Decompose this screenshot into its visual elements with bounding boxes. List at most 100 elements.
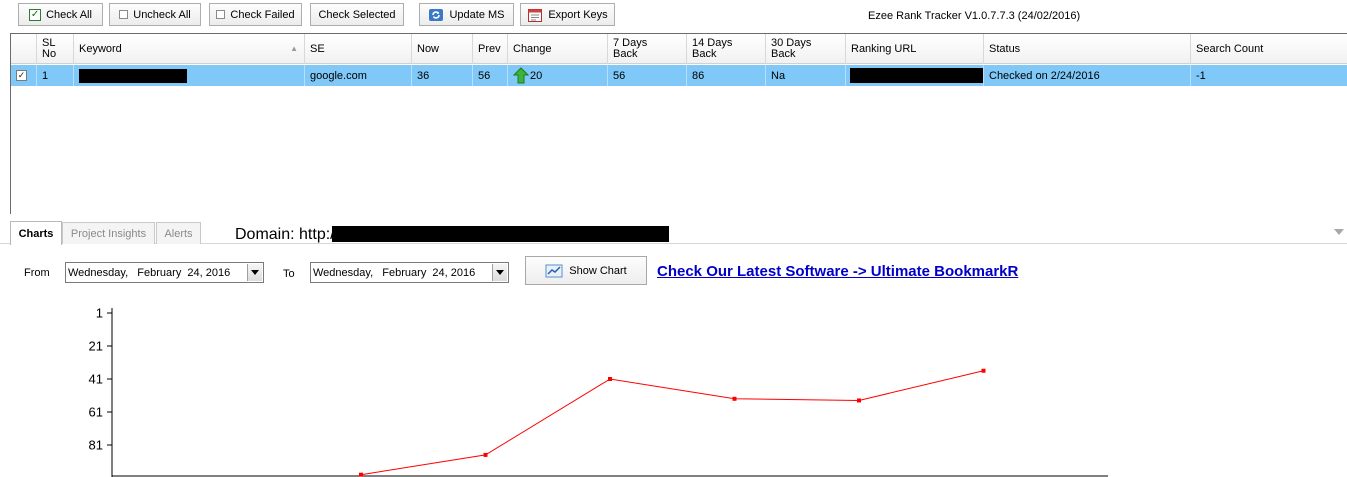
- y-tick-label: 21: [89, 339, 103, 354]
- grid-header: SL No Keyword ▲ SE Now Prev Change 7 Day…: [11, 34, 1347, 64]
- refresh-icon: [429, 8, 444, 21]
- header-ranking-url-label: Ranking URL: [851, 42, 917, 55]
- toolbar: ✓ Check All Uncheck All Check Failed Che…: [0, 0, 1347, 32]
- row-checkbox[interactable]: ✓: [16, 70, 27, 81]
- ranking-url-redacted: [850, 68, 983, 83]
- header-prev[interactable]: Prev: [473, 34, 508, 64]
- app-title: Ezee Rank Tracker V1.0.7.7.3 (24/02/2016…: [868, 10, 1081, 22]
- tab-project-insights[interactable]: Project Insights: [62, 222, 155, 244]
- check-all-button[interactable]: ✓ Check All: [18, 3, 103, 26]
- change-value: 20: [530, 69, 543, 82]
- sort-ascending-icon: ▲: [290, 44, 298, 53]
- check-failed-label: Check Failed: [230, 8, 295, 21]
- header-search-count-label: Search Count: [1196, 42, 1264, 55]
- header-search-count[interactable]: Search Count: [1191, 34, 1347, 64]
- from-date-picker[interactable]: Wednesday, February 24, 2016: [65, 262, 264, 283]
- series-line: [360, 370, 984, 476]
- check-selected-label: Check Selected: [318, 8, 396, 21]
- row-select-cell[interactable]: ✓: [11, 65, 37, 86]
- show-chart-label: Show Chart: [569, 264, 627, 277]
- cell-prev: 56: [473, 65, 508, 86]
- checkbox-empty-icon: [216, 10, 226, 19]
- header-select[interactable]: [11, 34, 37, 64]
- dropdown-arrow-icon[interactable]: [1334, 229, 1344, 235]
- data-point: [981, 368, 986, 373]
- cell-sl: 1: [37, 65, 74, 86]
- header-7-days-back[interactable]: 7 Days Back: [608, 34, 687, 64]
- chevron-down-icon[interactable]: [492, 264, 507, 281]
- header-30-days-back[interactable]: 30 Days Back: [766, 34, 846, 64]
- from-date-value: Wednesday, February 24, 2016: [68, 266, 231, 279]
- arrow-up-icon: [513, 67, 529, 84]
- header-no-label: No: [42, 48, 57, 60]
- tab-alerts-label: Alerts: [164, 227, 193, 240]
- cell-30-days: Na: [766, 65, 846, 86]
- cell-change: 20: [508, 65, 608, 86]
- header-back-label: Back: [692, 48, 717, 60]
- cell-14-days: 86: [687, 65, 766, 86]
- to-date-picker[interactable]: Wednesday, February 24, 2016: [310, 262, 509, 283]
- keyword-redacted: [79, 68, 187, 83]
- rank-chart: 1 21 41 61 81: [0, 296, 1347, 477]
- domain-label: Domain: http:/: [235, 226, 335, 243]
- tab-charts-label: Charts: [18, 227, 54, 240]
- from-label: From: [24, 267, 50, 279]
- header-ranking-url[interactable]: Ranking URL: [846, 34, 984, 64]
- cell-se: google.com: [305, 65, 412, 86]
- header-status[interactable]: Status: [984, 34, 1191, 64]
- header-now-label: Now: [417, 42, 440, 55]
- show-chart-button[interactable]: Show Chart: [525, 256, 647, 285]
- header-keyword-label: Keyword: [79, 42, 122, 55]
- update-ms-label: Update MS: [449, 8, 505, 21]
- check-all-label: Check All: [46, 8, 92, 21]
- header-se[interactable]: SE: [305, 34, 412, 64]
- cell-ranking-url: [846, 65, 984, 86]
- keyword-grid: SL No Keyword ▲ SE Now Prev Change 7 Day…: [10, 33, 1347, 214]
- header-sl-no[interactable]: SL No: [37, 34, 74, 64]
- header-14-days-back[interactable]: 14 Days Back: [687, 34, 766, 64]
- checkbox-checked-icon: ✓: [29, 8, 42, 21]
- uncheck-all-button[interactable]: Uncheck All: [109, 3, 201, 26]
- update-ms-button[interactable]: Update MS: [419, 3, 514, 26]
- export-keys-label: Export Keys: [548, 8, 608, 21]
- chevron-down-icon[interactable]: [247, 264, 262, 281]
- header-change-label: Change: [513, 42, 552, 55]
- y-tick-label: 81: [89, 438, 103, 453]
- y-tick-label: 1: [96, 306, 103, 321]
- export-calendar-icon: [528, 8, 543, 22]
- cell-7-days: 56: [608, 65, 687, 86]
- header-keyword[interactable]: Keyword ▲: [74, 34, 305, 64]
- cell-keyword: [74, 65, 305, 86]
- export-keys-button[interactable]: Export Keys: [520, 3, 615, 26]
- chart-icon: [545, 264, 563, 277]
- header-back-label: Back: [771, 48, 796, 60]
- header-now[interactable]: Now: [412, 34, 473, 64]
- y-tick-label: 61: [89, 405, 103, 420]
- header-change[interactable]: Change: [508, 34, 608, 64]
- cell-now: 36: [412, 65, 473, 86]
- header-se-label: SE: [310, 42, 325, 55]
- data-point: [732, 396, 737, 401]
- header-back-label: Back: [613, 48, 638, 60]
- tab-insights-label: Project Insights: [70, 227, 147, 240]
- checkbox-empty-icon: [119, 10, 129, 19]
- promo-link[interactable]: Check Our Latest Software -> Ultimate Bo…: [657, 263, 1018, 280]
- y-tick-label: 41: [89, 372, 103, 387]
- check-failed-button[interactable]: Check Failed: [209, 3, 302, 26]
- tab-bar: Charts Project Insights Alerts: [0, 214, 1347, 245]
- tab-alerts[interactable]: Alerts: [156, 222, 201, 244]
- uncheck-all-label: Uncheck All: [133, 8, 191, 21]
- data-point: [857, 398, 861, 403]
- cell-status: Checked on 2/24/2016: [984, 65, 1191, 86]
- to-date-value: Wednesday, February 24, 2016: [313, 266, 476, 279]
- domain-redacted: [332, 226, 669, 242]
- check-selected-button[interactable]: Check Selected: [310, 3, 404, 26]
- data-point: [608, 377, 612, 381]
- tab-charts[interactable]: Charts: [10, 221, 62, 245]
- cell-search-count: -1: [1196, 69, 1206, 82]
- table-row[interactable]: ✓ 1 google.com 36 56 20 56 86 Na Checked…: [11, 65, 1347, 86]
- header-prev-label: Prev: [478, 42, 501, 55]
- data-point: [359, 472, 363, 477]
- header-status-label: Status: [989, 42, 1021, 55]
- rank-chart-svg: 1 21 41 61 81: [89, 306, 1108, 477]
